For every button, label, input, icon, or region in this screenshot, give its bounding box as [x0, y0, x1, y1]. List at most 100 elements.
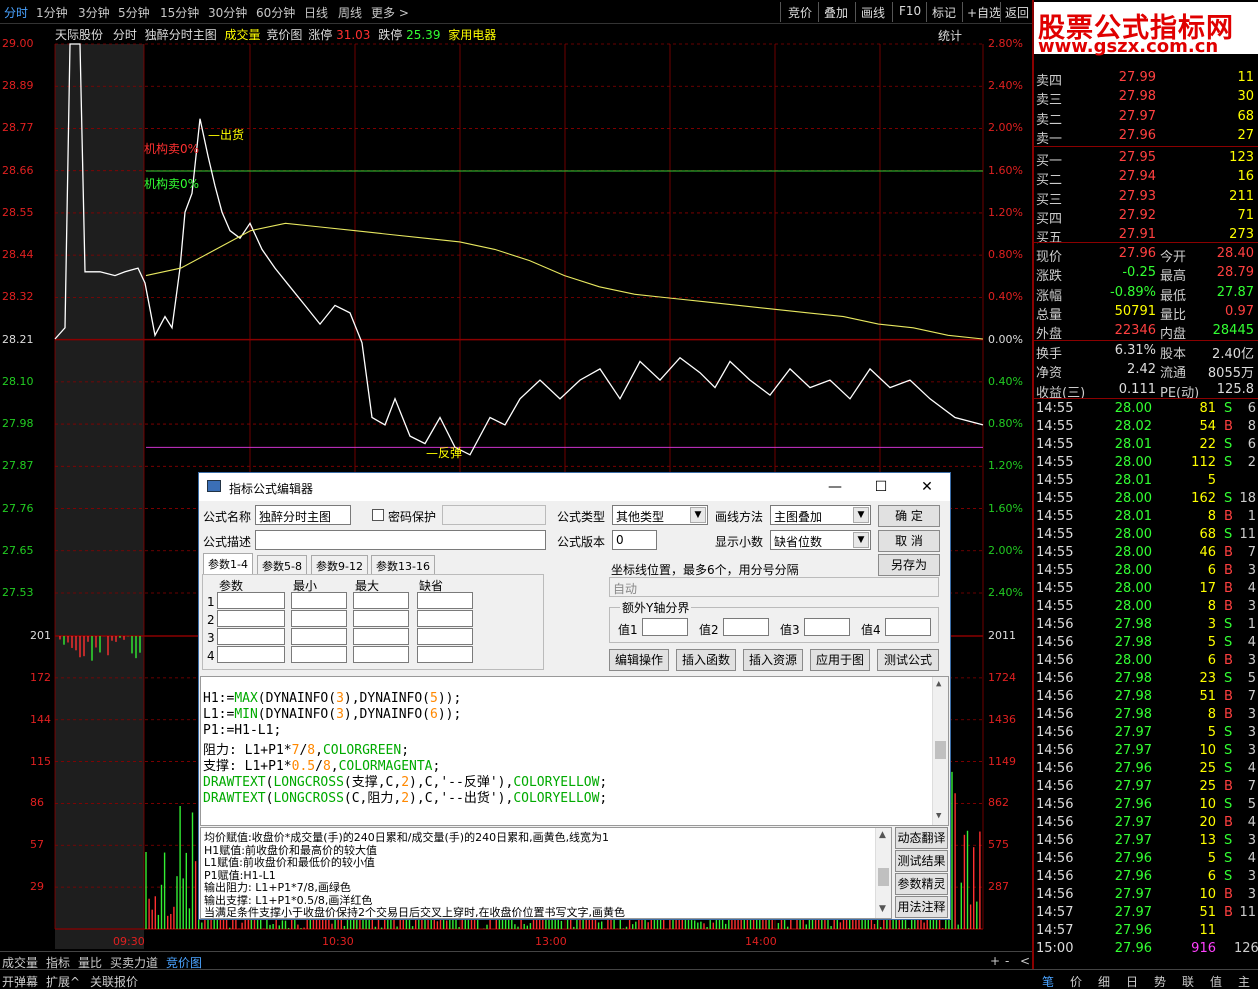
formula-name-input[interactable]: 独醉分时主图 [255, 505, 351, 525]
val3-input[interactable] [804, 618, 850, 636]
param-cell[interactable] [291, 592, 347, 609]
btn-draw[interactable]: 画线 [861, 4, 885, 21]
danmu-button[interactable]: 开弹幕 [2, 973, 38, 989]
tab-xi[interactable]: 细 [1098, 973, 1110, 989]
formula-code-editor[interactable]: H1:=MAX(DYNAINFO(3),DYNAINFO(5)); L1:=MI… [200, 676, 949, 826]
test-formula-button[interactable]: 测试公式 [877, 649, 939, 671]
param-cell[interactable] [217, 610, 285, 627]
dynamic-translate-button[interactable]: 动态翻译 [895, 827, 948, 849]
btn-f10[interactable]: F10 [899, 4, 921, 18]
tab-bi[interactable]: 笔 [1042, 973, 1054, 989]
tab-shi[interactable]: 势 [1154, 973, 1166, 989]
tab-fenshi[interactable]: 分时 [4, 4, 28, 21]
scroll-left-button[interactable]: < [1020, 954, 1030, 968]
val2-input[interactable] [723, 618, 769, 636]
tab-60min[interactable]: 60分钟 [256, 4, 295, 21]
insert-res-button[interactable]: 插入资源 [743, 649, 803, 671]
tab-params-1-4[interactable]: 参数1-4 [203, 553, 253, 574]
tab-weekly[interactable]: 周线 [338, 4, 362, 21]
tick-price: 28.00 [1114, 581, 1152, 596]
param-cell[interactable] [353, 610, 409, 627]
saveas-button[interactable]: 另存为 [878, 554, 940, 576]
param-cell[interactable] [353, 646, 409, 663]
decimal-select[interactable]: 缺省位数 ▼ [770, 530, 871, 550]
param-cell[interactable] [417, 646, 473, 663]
tick-time: 14:56 [1036, 797, 1074, 812]
btn-back[interactable]: 返回 [1005, 4, 1029, 21]
code-line-3: P1:=H1-L1; [203, 723, 282, 738]
tab-zhu[interactable]: 主 [1238, 973, 1250, 989]
password-checkbox[interactable] [372, 509, 384, 521]
time-tick-1400: 14:00 [745, 935, 777, 948]
version-input[interactable]: 0 [612, 530, 657, 550]
tab-1min[interactable]: 1分钟 [36, 4, 68, 21]
insert-func-button[interactable]: 插入函数 [676, 649, 736, 671]
tab-daily[interactable]: 日线 [304, 4, 328, 21]
btn-overlay[interactable]: 叠加 [824, 4, 848, 21]
scroll-thumb[interactable] [878, 868, 889, 886]
code-scrollbar[interactable]: ▲ ▼ [932, 677, 948, 825]
maximize-icon[interactable]: ☐ [858, 473, 904, 501]
param-cell[interactable] [217, 646, 285, 663]
tab-params-9-12[interactable]: 参数9-12 [311, 555, 368, 574]
tab-3min[interactable]: 3分钟 [78, 4, 110, 21]
val1-input[interactable] [642, 618, 688, 636]
btn-add-watch[interactable]: +自选 [967, 4, 1001, 21]
tab-15min[interactable]: 15分钟 [160, 4, 199, 21]
formula-type-select[interactable]: 其他类型 ▼ [612, 505, 708, 525]
param-cell[interactable] [217, 628, 285, 645]
param-cell[interactable] [353, 592, 409, 609]
tab-zhi[interactable]: 值 [1210, 973, 1222, 989]
tab-more[interactable]: 更多 > [371, 4, 409, 21]
password-input[interactable] [442, 505, 546, 525]
usage-notes-button[interactable]: 用法注释 [895, 896, 948, 918]
related-quote-button[interactable]: 关联报价 [90, 973, 138, 989]
tab-ri[interactable]: 日 [1126, 973, 1138, 989]
tab-jia[interactable]: 价 [1070, 973, 1082, 989]
chevron-up-icon[interactable]: ▲ [879, 830, 886, 840]
dialog-titlebar[interactable]: 指标公式编辑器 — ☐ ✕ [199, 473, 950, 501]
zoom-out-button[interactable]: - [1005, 954, 1009, 968]
param-cell[interactable] [291, 610, 347, 627]
btn-mark[interactable]: 标记 [932, 4, 956, 21]
tab-params-13-16[interactable]: 参数13-16 [371, 555, 435, 574]
desc-scrollbar[interactable]: ▲ ▼ [875, 828, 891, 918]
expand-button[interactable]: 扩展^ [46, 973, 80, 989]
param-cell[interactable] [417, 610, 473, 627]
apply-chart-button[interactable]: 应用于图 [810, 649, 870, 671]
param-cell[interactable] [217, 592, 285, 609]
minimize-icon[interactable]: — [812, 473, 858, 501]
tab-5min[interactable]: 5分钟 [118, 4, 150, 21]
val4-input[interactable] [885, 618, 931, 636]
ok-button[interactable]: 确 定 [878, 505, 940, 527]
formula-desc-input[interactable] [255, 530, 546, 550]
tick-side: B [1224, 545, 1233, 560]
cancel-button[interactable]: 取 消 [878, 530, 940, 552]
chevron-up-icon[interactable]: ▲ [936, 679, 941, 689]
tab-30min[interactable]: 30分钟 [208, 4, 247, 21]
draw-method-select[interactable]: 主图叠加 ▼ [770, 505, 871, 525]
tick-count: 6 [1247, 401, 1256, 416]
param-wizard-button[interactable]: 参数精灵 [895, 873, 948, 895]
pct-tick: 1.20% [988, 459, 1023, 473]
test-result-button[interactable]: 测试结果 [895, 850, 948, 872]
tab-params-5-8[interactable]: 参数5-8 [257, 555, 307, 574]
chevron-down-icon[interactable]: ▼ [879, 904, 886, 914]
close-icon[interactable]: ✕ [904, 473, 950, 501]
annot-jigou-green: 机构卖0% [144, 177, 200, 191]
param-cell[interactable] [291, 628, 347, 645]
btn-jingjia[interactable]: 竞价 [788, 4, 812, 21]
zoom-in-button[interactable]: + [990, 954, 1000, 968]
level-volume: 211 [1229, 188, 1254, 204]
param-cell[interactable] [417, 592, 473, 609]
param-cell[interactable] [291, 646, 347, 663]
tick-side: B [1224, 905, 1233, 920]
edit-ops-button[interactable]: 编辑操作 [609, 649, 669, 671]
tab-lian[interactable]: 联 [1182, 973, 1194, 989]
scroll-thumb[interactable] [935, 741, 946, 759]
param-cell[interactable] [417, 628, 473, 645]
chevron-down-icon[interactable]: ▼ [936, 811, 941, 821]
param-cell[interactable] [353, 628, 409, 645]
tick-price: 27.97 [1114, 725, 1152, 740]
coord-input[interactable]: 自动 [609, 577, 939, 597]
